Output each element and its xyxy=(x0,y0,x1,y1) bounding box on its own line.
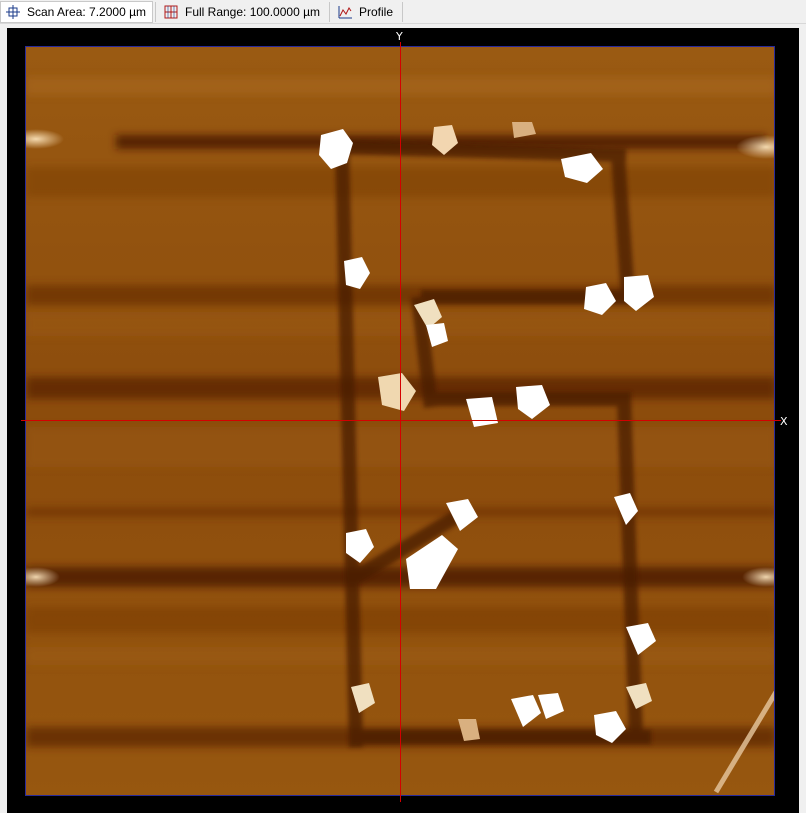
scan-viewer[interactable]: X Y xyxy=(7,28,799,813)
crosshair-icon xyxy=(5,4,21,20)
toolbar-separator xyxy=(329,1,330,22)
full-range-button[interactable]: Full Range: 100.0000 µm xyxy=(158,1,327,23)
scan-area-label: Scan Area: 7.2000 µm xyxy=(27,4,146,19)
grid-icon xyxy=(163,4,179,20)
profile-label: Profile xyxy=(359,4,394,19)
crosshair-vertical[interactable] xyxy=(400,42,401,802)
full-range-label: Full Range: 100.0000 µm xyxy=(185,4,320,19)
toolbar: Scan Area: 7.2000 µm Full Range: 100.000… xyxy=(0,0,806,24)
toolbar-separator xyxy=(155,1,156,22)
x-axis-label: X xyxy=(780,415,788,428)
line-chart-icon xyxy=(337,4,353,20)
crosshair-horizontal[interactable] xyxy=(21,420,781,421)
toolbar-separator xyxy=(402,1,404,22)
profile-button[interactable]: Profile xyxy=(332,1,400,23)
scan-area-button[interactable]: Scan Area: 7.2000 µm xyxy=(0,0,153,23)
y-axis-label: Y xyxy=(396,30,403,43)
